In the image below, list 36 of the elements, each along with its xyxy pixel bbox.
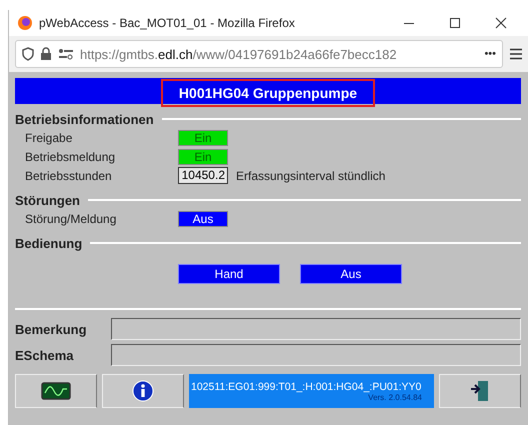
command-button[interactable]: Aus xyxy=(300,264,402,284)
firefox-logo-icon xyxy=(17,15,33,31)
info-button[interactable] xyxy=(102,374,184,408)
status-indicator: Ein xyxy=(178,130,228,146)
value-display: 10450.2 xyxy=(178,167,228,184)
field-label: Bemerkung xyxy=(15,322,88,336)
exit-door-icon xyxy=(469,379,491,403)
status-indicator: Aus xyxy=(178,210,228,226)
field-label: Störung/Meldung xyxy=(25,212,118,226)
input-field[interactable] xyxy=(111,318,521,340)
more-button[interactable]: ••• xyxy=(484,48,496,60)
input-field[interactable] xyxy=(111,344,521,366)
version-text: Vers. 2.0.54.84 xyxy=(368,392,422,402)
menu-icon[interactable] xyxy=(509,48,523,60)
field-label: ESchema xyxy=(15,348,75,362)
lock-icon xyxy=(40,47,52,61)
trend-monitor-icon xyxy=(41,382,71,400)
info-icon xyxy=(132,380,154,402)
command-button[interactable]: Hand xyxy=(178,264,280,284)
section-heading: Betriebsinformationen xyxy=(15,112,154,126)
note-text: Erfassungsinterval stündlich xyxy=(236,168,386,182)
field-label: Betriebsstunden xyxy=(25,168,113,182)
window-title: pWebAccess - Bac_MOT01_01 - Mozilla Firefox xyxy=(39,16,296,30)
page-title: H001HG04 Gruppenpumpe xyxy=(160,79,376,107)
url-text: https://gmtbs.edl.ch/www/04197691b24a66fe7becc182 xyxy=(80,46,398,62)
section-heading: Störungen xyxy=(15,192,80,208)
shield-icon xyxy=(22,47,34,61)
trend-button[interactable] xyxy=(15,374,97,408)
section-heading: Bedienung xyxy=(15,236,82,250)
status-indicator: Ein xyxy=(178,148,228,164)
exit-button[interactable] xyxy=(439,374,521,408)
address-bar[interactable]: https://gmtbs.edl.ch/www/04197691b24a66fe7becc182 ••• xyxy=(15,40,503,68)
path-text: 102511:EG01:999:T01_:H:001:HG04_:PU01:YY0 xyxy=(191,380,422,392)
field-label: Freigabe xyxy=(25,130,74,144)
field-label: Betriebsmeldung xyxy=(25,150,116,164)
permissions-icon xyxy=(58,48,74,60)
